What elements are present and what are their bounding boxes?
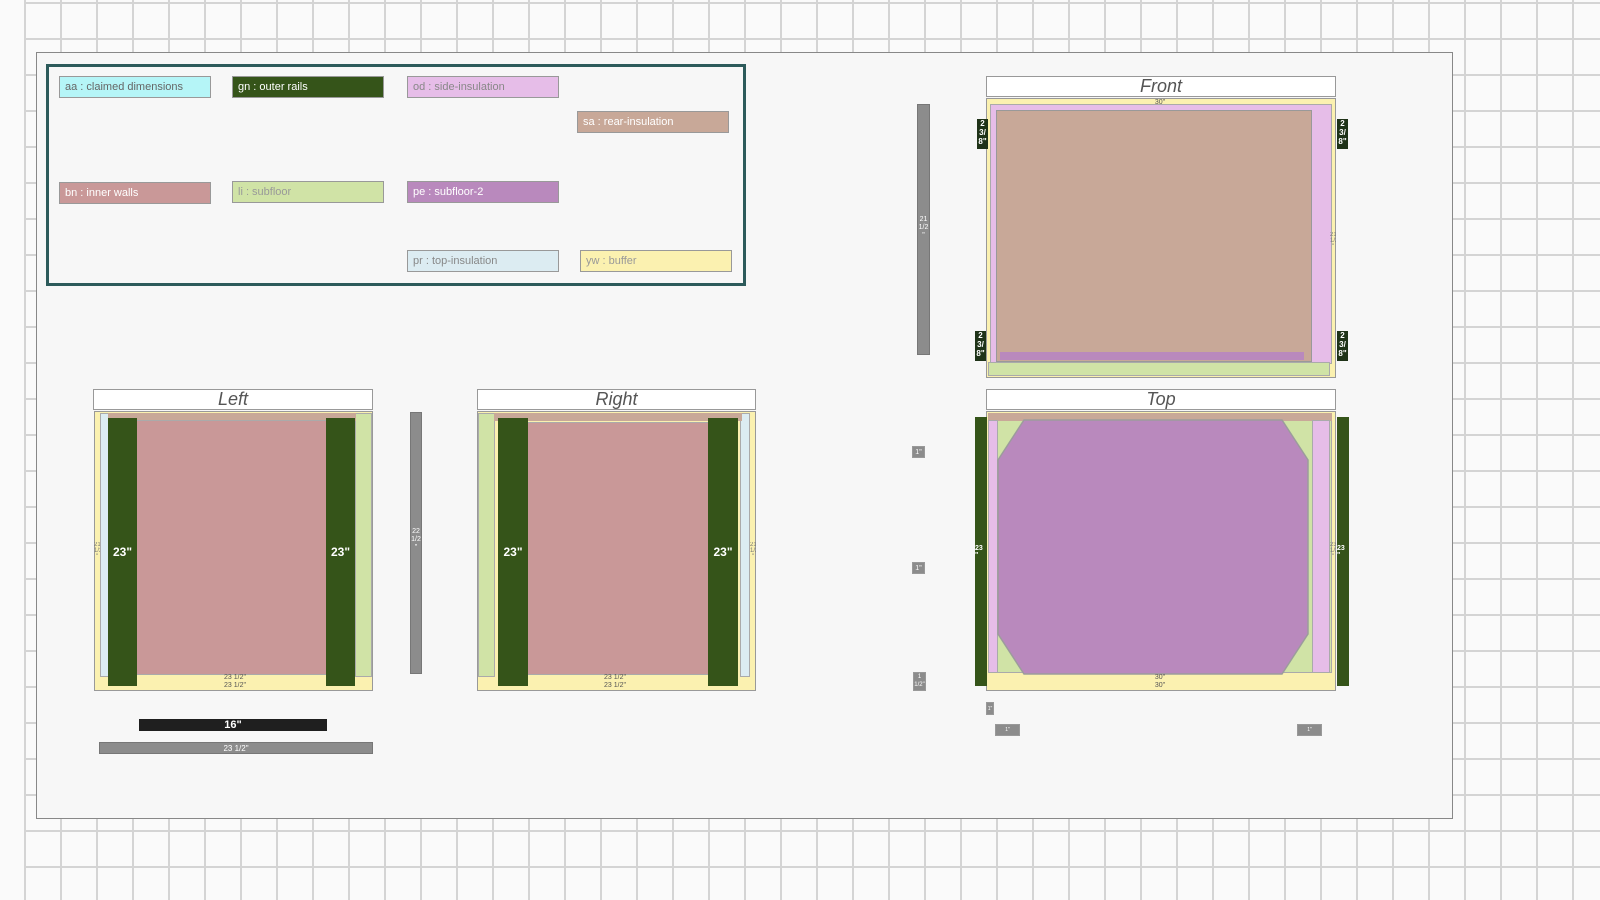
right-view-rail-front: 23" xyxy=(498,418,528,686)
top-view-title: Top xyxy=(986,389,1336,410)
right-view-rail-rear: 23" xyxy=(708,418,738,686)
left-view-subfloor xyxy=(355,413,372,677)
left-height-label: 22 1/2 " xyxy=(411,528,421,551)
front-view-side-label: 21 1/2 " xyxy=(1330,232,1336,250)
legend-chip-claimed-dimensions: aa : claimed dimensions xyxy=(59,76,211,98)
right-view-bottom-dimension-a: 23 1/2" xyxy=(604,674,626,681)
left-view-inner-wall xyxy=(134,420,330,675)
tick-1-inch-b: 1" xyxy=(912,562,925,574)
legend-chip-buffer: yw : buffer xyxy=(580,250,732,272)
front-view-corner-badge-tl: 2 3/ 8" xyxy=(977,119,988,149)
top-view-rail-left: 23 " xyxy=(975,417,987,686)
right-view-inner-wall xyxy=(522,422,718,675)
top-view-side-dimension: 23 1/2 " xyxy=(1330,542,1336,560)
front-view-corner-badge-bl: 2 3/ 8" xyxy=(975,331,986,361)
right-view-subfloor xyxy=(478,413,495,677)
right-view-rear-insulation xyxy=(494,413,742,421)
dimension-bar-16: 16" xyxy=(139,719,327,731)
tick-small: 1" xyxy=(986,702,994,715)
left-view-bottom-dimension-a: 23 1/2" xyxy=(224,674,246,681)
front-view-title: Front xyxy=(986,76,1336,97)
front-view-subfloor xyxy=(988,362,1330,376)
front-view-subfloor-2 xyxy=(1000,352,1304,360)
left-view-side-dimension: 21 1/2 " xyxy=(94,542,100,560)
right-view-side-dimension: 21 1/2 " xyxy=(750,542,756,560)
right-view-top-insulation xyxy=(740,413,750,677)
front-height-label: 21 1/2 " xyxy=(918,216,929,239)
dimension-bar-23-half: 23 1/2" xyxy=(99,742,373,754)
front-view-corner-badge-tr: 2 3/ 8" xyxy=(1337,119,1348,149)
legend-chip-subfloor-2: pe : subfloor-2 xyxy=(407,181,559,203)
legend-chip-inner-walls: bn : inner walls xyxy=(59,182,211,204)
left-view-title: Left xyxy=(93,389,373,410)
top-view-bottom-dimension-a: 30" xyxy=(1154,674,1166,681)
legend-chip-rear-insulation: sa : rear-insulation xyxy=(577,111,729,133)
top-view-side-insulation-right xyxy=(1312,420,1330,673)
right-view-bottom-dimension-b: 23 1/2" xyxy=(604,682,626,689)
legend-chip-side-insulation: od : side-insulation xyxy=(407,76,559,98)
front-view-rear-insulation xyxy=(996,110,1312,362)
legend-chip-outer-rails: gn : outer rails xyxy=(232,76,384,98)
left-view-rail-front: 23" xyxy=(108,418,137,686)
top-view-bottom-dimension-b: 30" xyxy=(1154,682,1166,689)
top-view-rail-right: 23 " xyxy=(1337,417,1349,686)
front-view-corner-badge-br: 2 3/ 8" xyxy=(1337,331,1348,361)
legend-chip-top-insulation: pr : top-insulation xyxy=(407,250,559,272)
left-view-bottom-dimension-b: 23 1/2" xyxy=(224,682,246,689)
left-view-rail-rear: 23" xyxy=(326,418,355,686)
legend-chip-subfloor: li : subfloor xyxy=(232,181,384,203)
tick-bottom-left: 1" xyxy=(995,724,1020,736)
tick-1-inch-a: 1" xyxy=(912,446,925,458)
right-view-title: Right xyxy=(477,389,756,410)
tick-1-half-inch: 1 1/2" xyxy=(913,672,926,691)
top-view-subfloor-2 xyxy=(997,419,1309,675)
tick-bottom-right: 1" xyxy=(1297,724,1322,736)
